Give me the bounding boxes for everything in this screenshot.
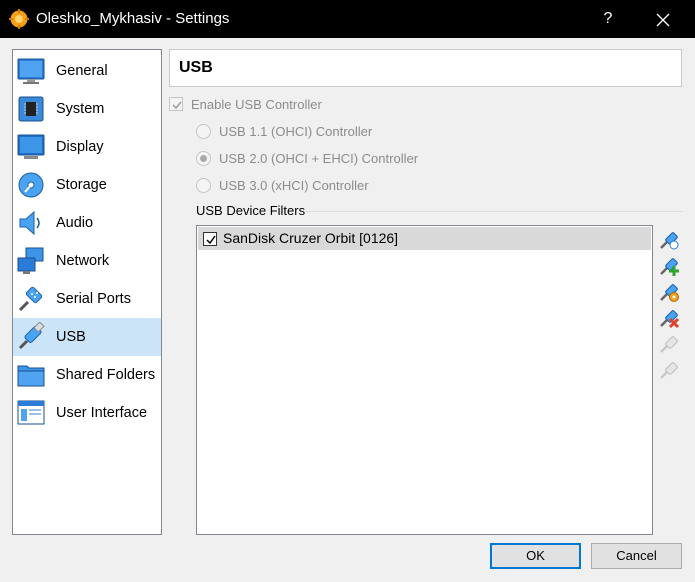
usb-icon bbox=[18, 322, 45, 350]
sidebar-item-usb[interactable]: USB bbox=[13, 318, 161, 356]
storage-disc-icon bbox=[18, 172, 44, 198]
virtualbox-app-icon bbox=[9, 9, 29, 29]
help-button[interactable]: ? bbox=[590, 0, 626, 38]
close-button[interactable] bbox=[640, 0, 686, 38]
usb-1-1-radio[interactable] bbox=[196, 124, 211, 139]
sidebar-item-shared-folders[interactable]: Shared Folders bbox=[13, 356, 161, 394]
move-filter-up-icon[interactable] bbox=[658, 333, 680, 355]
sidebar-item-storage[interactable]: Storage bbox=[13, 166, 161, 204]
sidebar-item-label: USB bbox=[56, 329, 86, 345]
sidebar-item-serial-ports[interactable]: Serial Ports bbox=[13, 280, 161, 318]
window-title: Oleshko_Mykhasiv - Settings bbox=[36, 10, 230, 27]
section-divider bbox=[305, 211, 683, 212]
ok-button[interactable]: OK bbox=[490, 543, 581, 569]
settings-sidebar: General System Display Storage Audio Net… bbox=[12, 49, 162, 535]
list-item[interactable]: SanDisk Cruzer Orbit [0126] bbox=[198, 227, 651, 250]
sidebar-item-label: Serial Ports bbox=[56, 291, 131, 307]
sidebar-item-label: Shared Folders bbox=[56, 367, 156, 383]
usb-3-0-radio[interactable] bbox=[196, 178, 211, 193]
network-icon bbox=[17, 247, 44, 274]
title-bar: Oleshko_Mykhasiv - Settings ? bbox=[0, 0, 695, 38]
usb-2-0-radio[interactable] bbox=[196, 151, 211, 166]
audio-speaker-icon bbox=[19, 210, 40, 236]
cancel-button[interactable]: Cancel bbox=[591, 543, 682, 569]
add-empty-filter-icon[interactable] bbox=[658, 229, 680, 251]
sidebar-item-label: Network bbox=[56, 253, 110, 269]
sidebar-item-system[interactable]: System bbox=[13, 90, 161, 128]
page-title: USB bbox=[179, 59, 213, 76]
usb-device-filters-label: USB Device Filters bbox=[196, 203, 306, 218]
sidebar-item-label: Audio bbox=[56, 215, 94, 231]
filter-enabled-checkbox[interactable] bbox=[203, 232, 217, 246]
move-filter-down-icon[interactable] bbox=[658, 359, 680, 381]
checkmark-icon bbox=[172, 101, 182, 110]
usb-3-0-label: USB 3.0 (xHCI) Controller bbox=[219, 178, 369, 193]
serial-port-icon bbox=[18, 286, 43, 312]
radio-selected-dot bbox=[200, 155, 207, 162]
sidebar-item-label: User Interface bbox=[56, 405, 148, 421]
usb-1-1-label: USB 1.1 (OHCI) Controller bbox=[219, 124, 373, 139]
sidebar-item-label: Display bbox=[56, 139, 104, 155]
enable-usb-controller-label: Enable USB Controller bbox=[191, 97, 322, 112]
user-interface-icon bbox=[17, 400, 45, 425]
sidebar-item-label: Storage bbox=[56, 177, 107, 193]
filter-label: SanDisk Cruzer Orbit [0126] bbox=[223, 230, 399, 246]
sidebar-item-label: General bbox=[56, 63, 108, 79]
usb-filter-list[interactable]: SanDisk Cruzer Orbit [0126] bbox=[196, 225, 653, 535]
close-icon bbox=[656, 13, 670, 27]
sidebar-item-display[interactable]: Display bbox=[13, 128, 161, 166]
display-monitor-icon bbox=[17, 134, 45, 159]
system-chip-icon bbox=[18, 96, 44, 122]
sidebar-item-network[interactable]: Network bbox=[13, 242, 161, 280]
checkmark-icon bbox=[206, 235, 216, 245]
remove-filter-icon[interactable] bbox=[658, 307, 680, 329]
sidebar-item-audio[interactable]: Audio bbox=[13, 204, 161, 242]
enable-usb-controller-checkbox[interactable] bbox=[169, 97, 183, 111]
general-icon bbox=[17, 58, 45, 84]
usb-2-0-label: USB 2.0 (OHCI + EHCI) Controller bbox=[219, 151, 419, 166]
shared-folder-icon bbox=[17, 365, 45, 387]
add-filter-from-device-icon[interactable] bbox=[658, 255, 680, 277]
sidebar-item-user-interface[interactable]: User Interface bbox=[13, 394, 161, 432]
page-header: USB bbox=[169, 49, 682, 87]
sidebar-item-label: System bbox=[56, 101, 105, 117]
edit-filter-icon[interactable] bbox=[658, 281, 680, 303]
sidebar-item-general[interactable]: General bbox=[13, 52, 161, 90]
